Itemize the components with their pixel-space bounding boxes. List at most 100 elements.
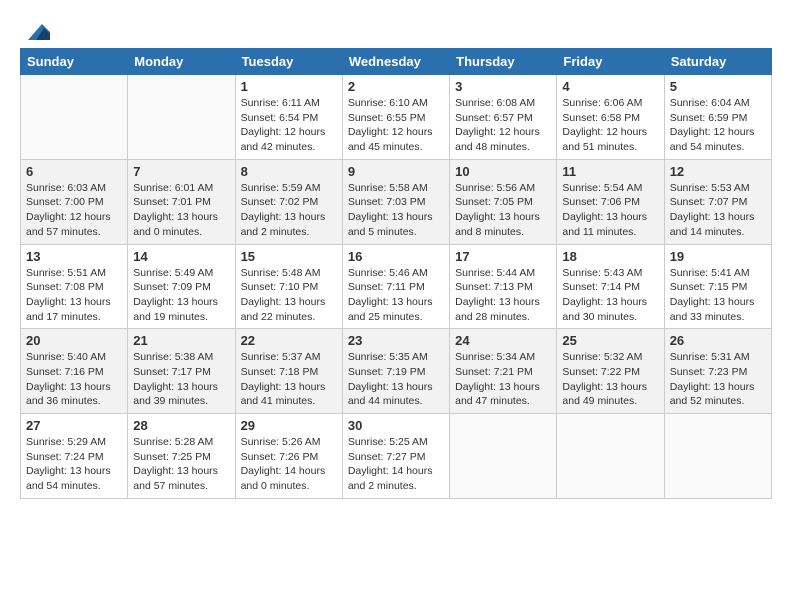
day-info: Sunrise: 5:38 AM Sunset: 7:17 PM Dayligh… xyxy=(133,350,229,409)
calendar-week-row: 6 Sunrise: 6:03 AM Sunset: 7:00 PM Daylig… xyxy=(21,159,772,244)
day-number: 24 xyxy=(455,333,551,348)
day-number: 1 xyxy=(241,79,337,94)
calendar-cell xyxy=(128,75,235,160)
day-info: Sunrise: 5:58 AM Sunset: 7:03 PM Dayligh… xyxy=(348,181,444,240)
calendar-cell: 25 Sunrise: 5:32 AM Sunset: 7:22 PM Dayli… xyxy=(557,329,664,414)
day-number: 18 xyxy=(562,249,658,264)
calendar-cell: 11 Sunrise: 5:54 AM Sunset: 7:06 PM Dayli… xyxy=(557,159,664,244)
day-info: Sunrise: 6:04 AM Sunset: 6:59 PM Dayligh… xyxy=(670,96,766,155)
day-info: Sunrise: 5:26 AM Sunset: 7:26 PM Dayligh… xyxy=(241,435,337,494)
logo xyxy=(20,20,50,38)
weekday-header-thursday: Thursday xyxy=(450,49,557,75)
day-info: Sunrise: 5:54 AM Sunset: 7:06 PM Dayligh… xyxy=(562,181,658,240)
day-info: Sunrise: 5:29 AM Sunset: 7:24 PM Dayligh… xyxy=(26,435,122,494)
day-number: 25 xyxy=(562,333,658,348)
day-info: Sunrise: 5:43 AM Sunset: 7:14 PM Dayligh… xyxy=(562,266,658,325)
day-number: 11 xyxy=(562,164,658,179)
calendar-cell: 24 Sunrise: 5:34 AM Sunset: 7:21 PM Dayli… xyxy=(450,329,557,414)
weekday-header-saturday: Saturday xyxy=(664,49,771,75)
calendar-cell: 20 Sunrise: 5:40 AM Sunset: 7:16 PM Dayli… xyxy=(21,329,128,414)
day-number: 22 xyxy=(241,333,337,348)
calendar-cell: 1 Sunrise: 6:11 AM Sunset: 6:54 PM Daylig… xyxy=(235,75,342,160)
weekday-header-sunday: Sunday xyxy=(21,49,128,75)
calendar-cell: 10 Sunrise: 5:56 AM Sunset: 7:05 PM Dayli… xyxy=(450,159,557,244)
day-info: Sunrise: 5:48 AM Sunset: 7:10 PM Dayligh… xyxy=(241,266,337,325)
calendar-cell: 7 Sunrise: 6:01 AM Sunset: 7:01 PM Daylig… xyxy=(128,159,235,244)
day-number: 7 xyxy=(133,164,229,179)
calendar-cell xyxy=(557,414,664,499)
day-number: 5 xyxy=(670,79,766,94)
logo-icon xyxy=(22,20,50,42)
day-info: Sunrise: 5:32 AM Sunset: 7:22 PM Dayligh… xyxy=(562,350,658,409)
calendar-cell: 14Sunrise: 5:49 AM Sunset: 7:09 PM Dayli… xyxy=(128,244,235,329)
day-info: Sunrise: 6:08 AM Sunset: 6:57 PM Dayligh… xyxy=(455,96,551,155)
calendar-cell: 27 Sunrise: 5:29 AM Sunset: 7:24 PM Dayli… xyxy=(21,414,128,499)
day-number: 29 xyxy=(241,418,337,433)
day-number: 3 xyxy=(455,79,551,94)
day-number: 8 xyxy=(241,164,337,179)
calendar-cell xyxy=(450,414,557,499)
calendar-cell: 16 Sunrise: 5:46 AM Sunset: 7:11 PM Dayli… xyxy=(342,244,449,329)
calendar-cell xyxy=(21,75,128,160)
calendar-cell: 29 Sunrise: 5:26 AM Sunset: 7:26 PM Dayli… xyxy=(235,414,342,499)
day-info: Sunrise: 5:46 AM Sunset: 7:11 PM Dayligh… xyxy=(348,266,444,325)
day-number: 28 xyxy=(133,418,229,433)
calendar-week-row: 20 Sunrise: 5:40 AM Sunset: 7:16 PM Dayli… xyxy=(21,329,772,414)
page-header xyxy=(20,20,772,38)
day-info: Sunrise: 6:06 AM Sunset: 6:58 PM Dayligh… xyxy=(562,96,658,155)
day-number: 19 xyxy=(670,249,766,264)
day-number: 26 xyxy=(670,333,766,348)
day-info: Sunrise: 5:44 AM Sunset: 7:13 PM Dayligh… xyxy=(455,266,551,325)
day-number: 6 xyxy=(26,164,122,179)
day-info: Sunrise: 5:31 AM Sunset: 7:23 PM Dayligh… xyxy=(670,350,766,409)
weekday-header-wednesday: Wednesday xyxy=(342,49,449,75)
calendar-cell: 30Sunrise: 5:25 AM Sunset: 7:27 PM Dayli… xyxy=(342,414,449,499)
calendar-cell: 4 Sunrise: 6:06 AM Sunset: 6:58 PM Daylig… xyxy=(557,75,664,160)
day-info: Sunrise: 6:01 AM Sunset: 7:01 PM Dayligh… xyxy=(133,181,229,240)
day-number: 16 xyxy=(348,249,444,264)
calendar-cell: 6 Sunrise: 6:03 AM Sunset: 7:00 PM Daylig… xyxy=(21,159,128,244)
calendar-week-row: 13Sunrise: 5:51 AM Sunset: 7:08 PM Dayli… xyxy=(21,244,772,329)
calendar-cell: 26 Sunrise: 5:31 AM Sunset: 7:23 PM Dayli… xyxy=(664,329,771,414)
weekday-header-friday: Friday xyxy=(557,49,664,75)
calendar-cell: 8Sunrise: 5:59 AM Sunset: 7:02 PM Daylig… xyxy=(235,159,342,244)
day-number: 30 xyxy=(348,418,444,433)
day-number: 27 xyxy=(26,418,122,433)
day-number: 9 xyxy=(348,164,444,179)
calendar-cell: 9 Sunrise: 5:58 AM Sunset: 7:03 PM Daylig… xyxy=(342,159,449,244)
day-number: 15 xyxy=(241,249,337,264)
calendar-cell: 21 Sunrise: 5:38 AM Sunset: 7:17 PM Dayli… xyxy=(128,329,235,414)
day-number: 10 xyxy=(455,164,551,179)
calendar-table: SundayMondayTuesdayWednesdayThursdayFrid… xyxy=(20,48,772,499)
calendar-week-row: 27 Sunrise: 5:29 AM Sunset: 7:24 PM Dayli… xyxy=(21,414,772,499)
calendar-cell: 19Sunrise: 5:41 AM Sunset: 7:15 PM Dayli… xyxy=(664,244,771,329)
calendar-cell: 18 Sunrise: 5:43 AM Sunset: 7:14 PM Dayli… xyxy=(557,244,664,329)
calendar-cell: 23 Sunrise: 5:35 AM Sunset: 7:19 PM Dayli… xyxy=(342,329,449,414)
day-number: 23 xyxy=(348,333,444,348)
day-info: Sunrise: 5:40 AM Sunset: 7:16 PM Dayligh… xyxy=(26,350,122,409)
calendar-cell: 12 Sunrise: 5:53 AM Sunset: 7:07 PM Dayli… xyxy=(664,159,771,244)
calendar-cell: 17 Sunrise: 5:44 AM Sunset: 7:13 PM Dayli… xyxy=(450,244,557,329)
calendar-cell: 28 Sunrise: 5:28 AM Sunset: 7:25 PM Dayli… xyxy=(128,414,235,499)
day-info: Sunrise: 6:10 AM Sunset: 6:55 PM Dayligh… xyxy=(348,96,444,155)
day-info: Sunrise: 5:56 AM Sunset: 7:05 PM Dayligh… xyxy=(455,181,551,240)
calendar-cell: 5 Sunrise: 6:04 AM Sunset: 6:59 PM Daylig… xyxy=(664,75,771,160)
day-number: 4 xyxy=(562,79,658,94)
day-number: 17 xyxy=(455,249,551,264)
weekday-header-tuesday: Tuesday xyxy=(235,49,342,75)
day-info: Sunrise: 5:28 AM Sunset: 7:25 PM Dayligh… xyxy=(133,435,229,494)
day-info: Sunrise: 5:35 AM Sunset: 7:19 PM Dayligh… xyxy=(348,350,444,409)
calendar-cell xyxy=(664,414,771,499)
calendar-cell: 3 Sunrise: 6:08 AM Sunset: 6:57 PM Daylig… xyxy=(450,75,557,160)
calendar-header-row: SundayMondayTuesdayWednesdayThursdayFrid… xyxy=(21,49,772,75)
day-info: Sunrise: 6:03 AM Sunset: 7:00 PM Dayligh… xyxy=(26,181,122,240)
day-info: Sunrise: 5:34 AM Sunset: 7:21 PM Dayligh… xyxy=(455,350,551,409)
day-info: Sunrise: 5:37 AM Sunset: 7:18 PM Dayligh… xyxy=(241,350,337,409)
day-info: Sunrise: 5:53 AM Sunset: 7:07 PM Dayligh… xyxy=(670,181,766,240)
day-number: 12 xyxy=(670,164,766,179)
day-info: Sunrise: 6:11 AM Sunset: 6:54 PM Dayligh… xyxy=(241,96,337,155)
weekday-header-monday: Monday xyxy=(128,49,235,75)
day-number: 2 xyxy=(348,79,444,94)
day-number: 21 xyxy=(133,333,229,348)
day-number: 20 xyxy=(26,333,122,348)
